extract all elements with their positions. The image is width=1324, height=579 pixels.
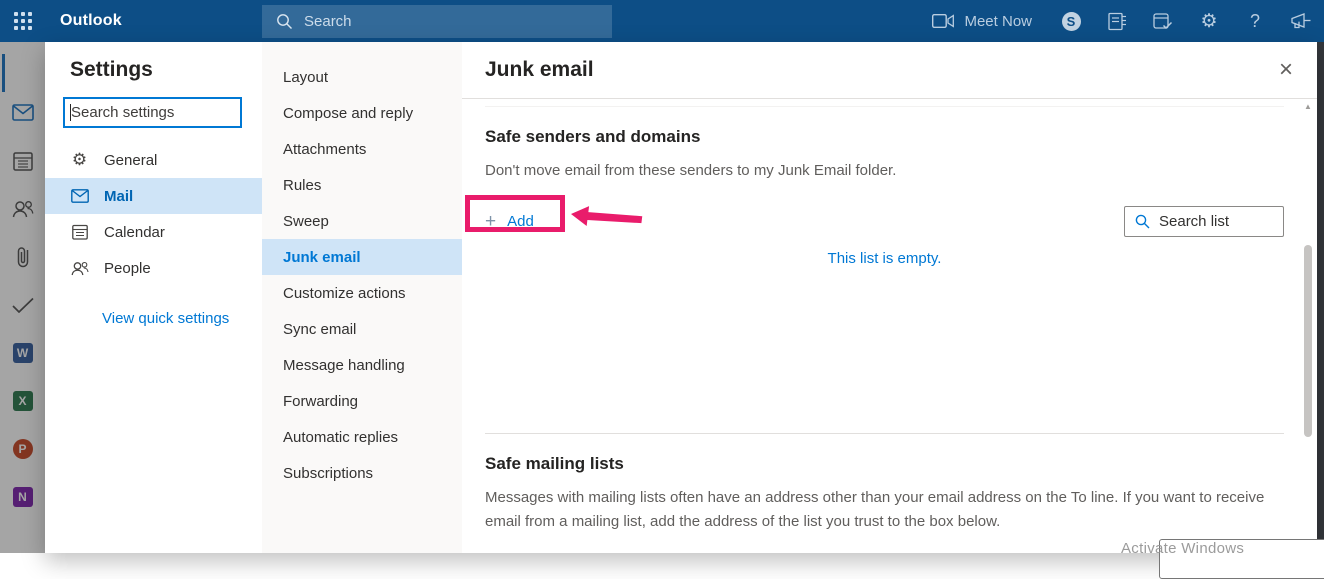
safe-senders-actions: + Add xyxy=(485,206,1284,238)
topbar: Outlook Meet Now S xyxy=(0,0,1324,42)
mail-icon xyxy=(11,103,34,121)
rail-todo-button[interactable] xyxy=(0,293,45,317)
help-button[interactable]: ? xyxy=(1232,0,1278,42)
mail-settings-nav: Layout Compose and reply Attachments Rul… xyxy=(262,42,462,553)
junk-email-panel: Junk email × Safe senders and domains Do… xyxy=(462,42,1317,553)
app-launcher-button[interactable] xyxy=(0,0,45,42)
settings-item-calendar[interactable]: Calendar xyxy=(45,214,262,250)
scroll-up-icon[interactable]: ▲ xyxy=(1301,102,1315,111)
onenote-feed-button[interactable] xyxy=(1094,0,1140,42)
app-launcher-icon xyxy=(13,12,32,30)
gear-icon: ⚙ xyxy=(1200,10,1218,32)
search-icon xyxy=(277,14,292,29)
word-icon: W xyxy=(12,343,33,363)
nav-item-attachments[interactable]: Attachments xyxy=(262,131,462,167)
nav-item-message-handling[interactable]: Message handling xyxy=(262,347,462,383)
rail-calendar-button[interactable] xyxy=(0,149,45,173)
megaphone-icon xyxy=(1290,13,1310,29)
panel-body: Safe senders and domains Don't move emai… xyxy=(462,99,1317,552)
scroll-top-divider xyxy=(485,106,1284,107)
settings-search-box[interactable] xyxy=(63,97,242,128)
add-safe-sender-button[interactable]: + Add xyxy=(485,212,534,231)
app-title[interactable]: Outlook xyxy=(60,12,122,30)
safe-mailing-heading: Safe mailing lists xyxy=(485,454,624,474)
settings-item-mail[interactable]: Mail xyxy=(45,178,262,214)
settings-dialog: Settings ⚙ General Mail xyxy=(45,42,1317,553)
rail-files-button[interactable] xyxy=(0,245,45,269)
my-day-button[interactable] xyxy=(1140,0,1186,42)
rail-powerpoint-button[interactable]: P xyxy=(0,437,45,461)
empty-list-text: This list is empty. xyxy=(827,250,942,268)
settings-item-general[interactable]: ⚙ General xyxy=(45,142,262,178)
onenote-icon: N xyxy=(12,487,33,507)
excel-icon: X xyxy=(12,391,33,411)
nav-item-junk-email[interactable]: Junk email xyxy=(262,239,462,275)
view-quick-settings-link[interactable]: View quick settings xyxy=(102,310,229,327)
safe-senders-heading: Safe senders and domains xyxy=(485,127,701,146)
settings-item-people[interactable]: People xyxy=(45,250,262,286)
activate-windows-watermark: Activate Windows xyxy=(1121,540,1245,557)
scrollbar-thumb[interactable] xyxy=(1304,245,1312,437)
panel-title: Junk email xyxy=(485,58,594,81)
settings-title: Settings xyxy=(70,58,153,81)
rail-selection-indicator xyxy=(2,54,5,92)
calendar-icon xyxy=(12,152,33,171)
safe-senders-description: Don't move email from these senders to m… xyxy=(485,162,897,179)
rail-word-button[interactable]: W xyxy=(0,341,45,365)
nav-item-compose-and-reply[interactable]: Compose and reply xyxy=(262,95,462,131)
settings-search-input[interactable] xyxy=(71,104,231,121)
search-list-input[interactable] xyxy=(1159,213,1269,231)
section-divider xyxy=(485,433,1284,435)
skype-icon: S xyxy=(1061,11,1081,31)
people-icon xyxy=(70,261,89,276)
onenote-feed-icon xyxy=(1107,12,1126,30)
settings-item-label: General xyxy=(104,151,158,169)
nav-item-forwarding[interactable]: Forwarding xyxy=(262,383,462,419)
people-icon xyxy=(12,201,33,218)
powerpoint-icon: P xyxy=(12,439,33,459)
calendar-icon xyxy=(70,224,89,240)
nav-item-layout[interactable]: Layout xyxy=(262,59,462,95)
rail-onenote-button[interactable]: N xyxy=(0,485,45,509)
nav-item-sweep[interactable]: Sweep xyxy=(262,203,462,239)
app-rail: W X P N xyxy=(0,42,45,553)
safe-mailing-description: Messages with mailing lists often have a… xyxy=(485,489,1265,530)
meet-now-button[interactable]: Meet Now xyxy=(916,0,1048,42)
nav-item-customize-actions[interactable]: Customize actions xyxy=(262,275,462,311)
skype-button[interactable]: S xyxy=(1048,0,1094,42)
global-search[interactable] xyxy=(262,5,612,38)
close-icon[interactable]: × xyxy=(1279,58,1293,82)
rail-excel-button[interactable]: X xyxy=(0,389,45,413)
panel-header: Junk email × xyxy=(462,42,1317,99)
settings-gear-button[interactable]: ⚙ xyxy=(1186,0,1232,42)
gear-icon: ⚙ xyxy=(71,150,88,169)
rail-people-button[interactable] xyxy=(0,197,45,221)
dimmed-backdrop xyxy=(1317,42,1324,553)
settings-sidebar: Settings ⚙ General Mail xyxy=(45,42,262,553)
whats-new-button[interactable] xyxy=(1278,0,1324,42)
topbar-actions: Meet Now S ⚙ ? xyxy=(916,0,1324,42)
meet-now-label: Meet Now xyxy=(964,12,1032,30)
settings-item-label: Calendar xyxy=(104,223,165,241)
calendar-check-icon xyxy=(1153,12,1173,29)
plus-icon: + xyxy=(485,211,497,233)
nav-item-sync-email[interactable]: Sync email xyxy=(262,311,462,347)
video-camera-icon xyxy=(932,14,955,28)
search-list-box[interactable] xyxy=(1124,206,1284,238)
paperclip-icon xyxy=(17,247,28,268)
search-icon xyxy=(1135,214,1150,229)
rail-mail-button[interactable] xyxy=(0,100,45,124)
settings-item-label: People xyxy=(104,259,151,277)
nav-item-rules[interactable]: Rules xyxy=(262,167,462,203)
checkmark-icon xyxy=(11,297,34,313)
help-icon: ? xyxy=(1249,10,1260,31)
global-search-input[interactable] xyxy=(304,13,564,30)
settings-section-list: ⚙ General Mail Calendar People xyxy=(45,142,262,286)
nav-item-automatic-replies[interactable]: Automatic replies xyxy=(262,419,462,455)
add-button-label: Add xyxy=(507,213,534,231)
content-scrollbar[interactable]: ▲ xyxy=(1301,100,1315,553)
mail-icon xyxy=(70,189,89,203)
settings-item-label: Mail xyxy=(104,187,134,205)
nav-item-subscriptions[interactable]: Subscriptions xyxy=(262,455,462,491)
